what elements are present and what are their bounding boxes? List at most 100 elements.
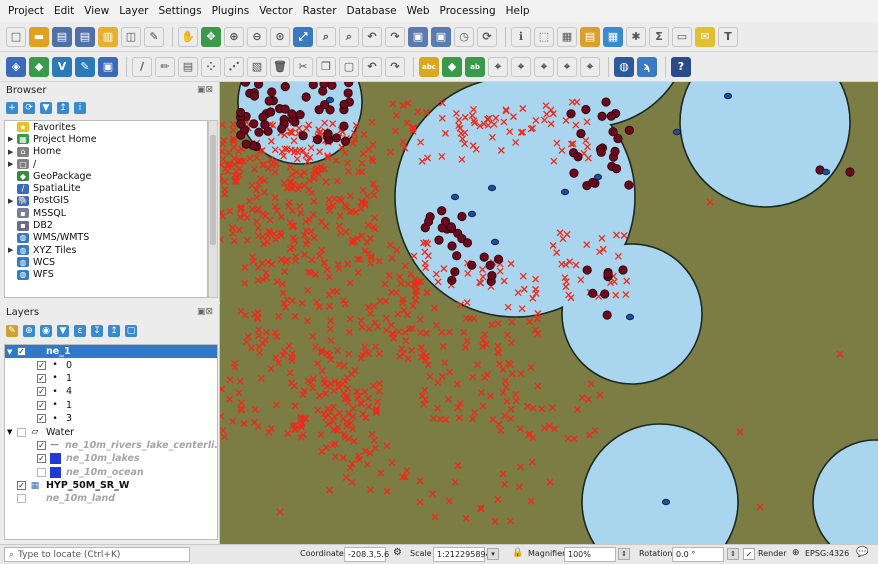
layer-row[interactable]: ▼ ▱ Water: [5, 425, 217, 438]
zoom-out-icon[interactable]: ⊖: [247, 26, 267, 47]
browser-item[interactable]: ∕ SpatiaLite: [5, 182, 207, 194]
scrollbar-thumb[interactable]: [210, 135, 216, 245]
layer-row[interactable]: ✓ • 1: [5, 372, 217, 385]
temporal-controller-icon[interactable]: ◷: [454, 26, 474, 47]
layer-visibility-checkbox[interactable]: ✓: [37, 440, 46, 450]
sum-icon[interactable]: Σ: [649, 26, 669, 47]
modify-attributes-icon[interactable]: ▧: [247, 56, 267, 77]
expand-arrow-icon[interactable]: ▶: [8, 197, 17, 205]
layer-row[interactable]: ✓ • 4: [5, 385, 217, 398]
copy-features-icon[interactable]: ❐: [316, 56, 336, 77]
crs-globe-icon[interactable]: ⊕: [792, 548, 800, 558]
pan-map-icon[interactable]: ✋: [178, 26, 198, 47]
expand-arrow-icon[interactable]: ▶: [8, 135, 17, 143]
menu-web[interactable]: Web: [407, 5, 430, 17]
layer-visibility-checkbox[interactable]: [37, 467, 46, 477]
pan-to-selection-icon[interactable]: ✥: [201, 26, 221, 47]
layer-row[interactable]: ne_10m_land: [5, 492, 217, 505]
attribute-table-icon[interactable]: ▦: [557, 26, 577, 47]
rotate-label-icon[interactable]: ⌖: [557, 56, 577, 77]
zoom-next-icon[interactable]: ↷: [385, 26, 405, 47]
layer-visibility-checkbox[interactable]: [17, 427, 26, 437]
pin-labels-icon[interactable]: ⌖: [488, 56, 508, 77]
collapse-all-icon[interactable]: ↥: [108, 325, 120, 337]
browser-item[interactable]: ◍ WCS: [5, 256, 207, 268]
expand-arrow-icon[interactable]: ▶: [8, 148, 17, 156]
save-as-icon[interactable]: ▤: [75, 26, 95, 47]
menu-project[interactable]: Project: [8, 5, 44, 17]
add-vector-layer-icon[interactable]: V: [52, 56, 72, 77]
expand-arrow-icon[interactable]: ▶: [8, 246, 17, 254]
render-checkbox[interactable]: ✓: [743, 548, 755, 560]
layer-row[interactable]: ✓ • 0: [5, 358, 217, 371]
label-toolbar-icon[interactable]: abc: [419, 56, 439, 77]
browser-scrollbar[interactable]: [208, 120, 218, 298]
messages-icon[interactable]: 💬: [856, 547, 868, 558]
current-edits-icon[interactable]: /: [132, 56, 152, 77]
map-rendering[interactable]: [220, 82, 878, 544]
layer-visibility-checkbox[interactable]: [17, 494, 26, 504]
add-database-icon[interactable]: ▣: [98, 56, 118, 77]
layer-row[interactable]: ✓ ne_10m_lakes: [5, 452, 217, 465]
collapse-all-icon[interactable]: ↥: [57, 102, 69, 114]
vertex-tool-icon[interactable]: ⋰: [224, 56, 244, 77]
magnifier-spinner-icon[interactable]: ⇕: [618, 548, 630, 560]
globe-plugin-icon[interactable]: ◍: [614, 56, 634, 77]
browser-item[interactable]: ◍ WFS: [5, 269, 207, 281]
layer-visibility-checkbox[interactable]: ✓: [17, 481, 26, 491]
layer-row[interactable]: ✓ • 1: [5, 399, 217, 412]
menu-plugins[interactable]: Plugins: [212, 5, 250, 17]
add-selected-layers-icon[interactable]: +: [6, 102, 18, 114]
cut-features-icon[interactable]: ✂: [293, 56, 313, 77]
manage-map-themes-icon[interactable]: ◉: [40, 325, 52, 337]
menu-vector[interactable]: Vector: [259, 5, 292, 17]
layer-visibility-checkbox[interactable]: ✓: [37, 400, 46, 410]
undo-icon[interactable]: ↶: [362, 56, 382, 77]
help-icon[interactable]: ?: [671, 56, 691, 77]
browser-item[interactable]: ▶ 🐘 PostGIS: [5, 195, 207, 207]
save-edits-icon[interactable]: ▤: [178, 56, 198, 77]
map-canvas[interactable]: [220, 82, 878, 544]
browser-item[interactable]: ▶ ▢ /: [5, 158, 207, 170]
measure-icon[interactable]: ▭: [672, 26, 692, 47]
add-delimited-text-icon[interactable]: ✎: [75, 56, 95, 77]
lock-scale-icon[interactable]: 🔒: [512, 548, 523, 558]
move-label-icon[interactable]: ⌖: [534, 56, 554, 77]
layer-row[interactable]: ✓ • 3: [5, 412, 217, 425]
layer-row[interactable]: ✓ — ne_10m_rivers_lake_centerli...: [5, 439, 217, 452]
layer-row[interactable]: ✓ ▦ HYP_50M_SR_W: [5, 479, 217, 492]
identify-icon[interactable]: ℹ: [511, 26, 531, 47]
menu-layer[interactable]: Layer: [119, 5, 148, 17]
new-map-view-icon[interactable]: ▣: [408, 26, 428, 47]
expand-arrow-icon[interactable]: ▼: [7, 348, 17, 356]
new-project-icon[interactable]: □: [6, 26, 26, 47]
open-project-icon[interactable]: ▬: [29, 26, 49, 47]
open-layer-styling-icon[interactable]: ✎: [6, 325, 18, 337]
annotation-icon[interactable]: T: [718, 26, 738, 47]
toggle-extents-icon[interactable]: ⚙: [393, 547, 402, 558]
menu-edit[interactable]: Edit: [54, 5, 74, 17]
layer-visibility-checkbox[interactable]: ✓: [37, 414, 46, 424]
browser-item[interactable]: ▪ MSSQL: [5, 207, 207, 219]
rotation-field[interactable]: 0.0 °: [672, 547, 724, 562]
filter-icon[interactable]: ▼: [40, 102, 52, 114]
refresh-icon[interactable]: ⟳: [477, 26, 497, 47]
highlight-labels-icon[interactable]: ⌖: [511, 56, 531, 77]
magnifier-field[interactable]: 100%: [564, 547, 616, 562]
add-group-icon[interactable]: ⊕: [23, 325, 35, 337]
zoom-in-icon[interactable]: ⊕: [224, 26, 244, 47]
menu-raster[interactable]: Raster: [303, 5, 337, 17]
layer-labeling-icon[interactable]: ◆: [442, 56, 462, 77]
menu-database[interactable]: Database: [347, 5, 397, 17]
menu-view[interactable]: View: [84, 5, 109, 17]
layer-row[interactable]: ▼ ✓ ne_1: [5, 345, 217, 359]
zoom-layer-icon[interactable]: ⌕: [339, 26, 359, 47]
expand-arrow-icon[interactable]: ▶: [8, 160, 17, 168]
layout-manager-icon[interactable]: ▥: [98, 26, 118, 47]
locator-search[interactable]: ⌕ Type to locate (Ctrl+K): [4, 547, 190, 562]
panel-close-icon[interactable]: ▣⊠: [197, 307, 213, 317]
expand-arrow-icon[interactable]: ▼: [7, 428, 17, 436]
redo-icon[interactable]: ↷: [385, 56, 405, 77]
change-label-icon[interactable]: ⌖: [580, 56, 600, 77]
remove-layer-icon[interactable]: ▢: [125, 325, 137, 337]
